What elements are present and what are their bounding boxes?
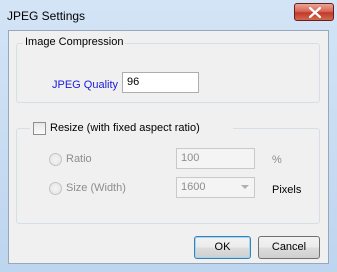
ok-button[interactable]: OK [194, 236, 251, 259]
size-width-combo[interactable]: 1600 [176, 177, 255, 198]
close-icon [309, 7, 321, 18]
resize-checkbox[interactable] [33, 122, 46, 135]
size-width-label: Size (Width) [66, 182, 126, 194]
ratio-input[interactable]: 100 [176, 148, 255, 169]
size-width-unit: Pixels [272, 184, 302, 196]
jpeg-quality-label: JPEG Quality [52, 79, 119, 91]
ratio-radio[interactable] [49, 153, 62, 166]
size-width-value: 1600 [181, 181, 206, 193]
chevron-down-icon[interactable] [241, 185, 249, 189]
image-compression-group-label: Image Compression [23, 36, 126, 48]
window-title: JPEG Settings [7, 9, 86, 23]
ratio-unit: % [272, 154, 282, 166]
dialog-content: Image Compression JPEG Quality 96 Resize… [8, 30, 329, 264]
jpeg-quality-input[interactable]: 96 [122, 72, 199, 93]
title-bar[interactable]: JPEG Settings [0, 0, 337, 30]
cancel-button[interactable]: Cancel [258, 236, 320, 259]
resize-checkbox-label[interactable]: Resize (with fixed aspect ratio) [50, 122, 200, 134]
ratio-label: Ratio [66, 153, 92, 165]
dialog-window: JPEG Settings Image Compression JPEG Qua… [0, 0, 337, 272]
close-button[interactable] [294, 3, 334, 21]
size-width-radio[interactable] [49, 182, 62, 195]
resize-group [16, 128, 320, 224]
